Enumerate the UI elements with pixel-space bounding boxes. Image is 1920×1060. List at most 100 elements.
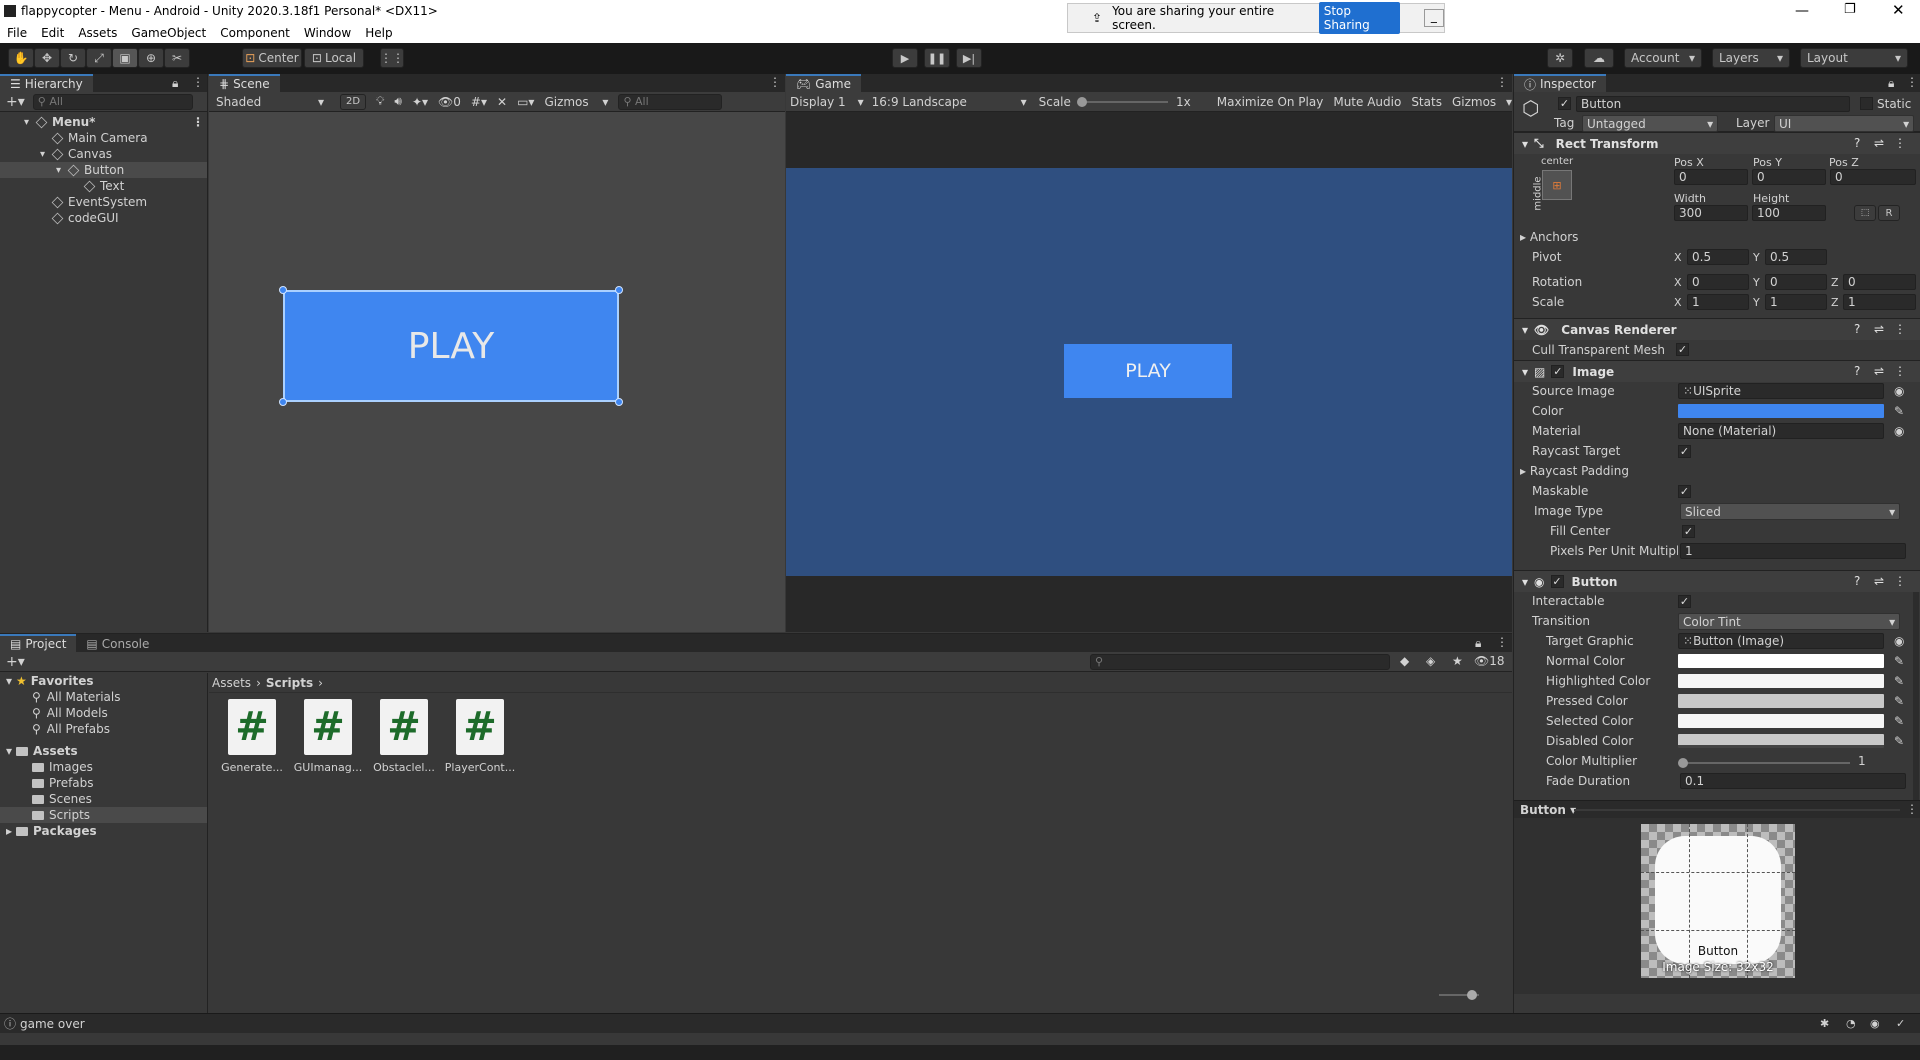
hand-tool-icon[interactable]: ✋ (8, 48, 34, 68)
audio-icon[interactable]: 🔊︎ (394, 94, 402, 109)
hierarchy-item[interactable]: ▾ Button (0, 162, 207, 178)
packages-folder[interactable]: ▸ Packages (0, 823, 207, 839)
rotate-tool-icon[interactable]: ↻ (60, 48, 86, 68)
fill-center-checkbox[interactable]: ✓ (1682, 525, 1695, 538)
icon-size-thumb[interactable] (1467, 990, 1477, 1000)
component-menu-icon[interactable]: ⋮ (1894, 136, 1906, 150)
help-icon[interactable]: ? (1854, 322, 1860, 336)
rot-z-field[interactable]: 0 (1843, 274, 1916, 290)
hide-banner-button[interactable]: _ (1423, 9, 1444, 27)
rect-tool-icon[interactable]: ▣ (112, 48, 138, 68)
cloud-icon[interactable]: ☁ (1584, 48, 1614, 68)
tab-game[interactable]: 🎮︎ Game (786, 74, 861, 92)
object-picker-icon[interactable]: ◉ (1894, 384, 1904, 398)
favorite-star-icon[interactable]: ★ (1452, 654, 1463, 668)
display-dropdown[interactable]: Display 1 ▾ (790, 95, 864, 109)
script-file[interactable]: # PlayerCont... (445, 699, 515, 774)
rect-handle-bottom-right[interactable] (615, 398, 623, 406)
rect-handle-top-left[interactable] (279, 286, 287, 294)
effects-icon[interactable]: ✦▾ (412, 95, 428, 109)
anchors-foldout[interactable]: ▸ Anchors (1520, 230, 1578, 244)
kebab-menu-icon[interactable]: ⋮ (192, 75, 204, 89)
icon-size-slider[interactable] (1439, 990, 1479, 1000)
collab-icon[interactable]: ✲ (1547, 48, 1573, 68)
asset-folder-item[interactable]: Prefabs (0, 775, 207, 791)
rect-handle-top-right[interactable] (615, 286, 623, 294)
lock-icon[interactable]: 🔒︎ (1475, 636, 1481, 651)
pause-button-icon[interactable]: ❚❚ (924, 48, 950, 68)
scale-slider[interactable] (1076, 96, 1169, 107)
fade-duration-field[interactable]: 0.1 (1680, 773, 1906, 789)
notifications-icon[interactable]: ✓ (1896, 1017, 1905, 1030)
component-menu-icon[interactable]: ⋮ (1894, 364, 1906, 378)
preset-icon[interactable]: ⇌ (1874, 364, 1884, 378)
status-message[interactable]: game over (20, 1017, 85, 1031)
menu-window[interactable]: Window (297, 26, 358, 40)
width-field[interactable]: 300 (1674, 205, 1748, 221)
menu-component[interactable]: Component (213, 26, 297, 40)
object-picker-icon[interactable]: ◉ (1894, 424, 1904, 438)
pivot-x-field[interactable]: 0.5 (1687, 249, 1749, 265)
move-tool-icon[interactable]: ✥ (34, 48, 60, 68)
scene-play-button[interactable]: PLAY (283, 290, 619, 402)
scene-gizmos-dropdown[interactable]: Gizmos ▾ (544, 95, 608, 109)
scene-search-input[interactable]: ⚲ All (618, 93, 723, 110)
menu-edit[interactable]: Edit (34, 26, 71, 40)
hierarchy-item[interactable]: Main Camera (0, 130, 207, 146)
hierarchy-item[interactable]: codeGUI (0, 210, 207, 226)
interactable-checkbox[interactable]: ✓ (1678, 595, 1691, 608)
tab-project[interactable]: ▤ Project (0, 634, 77, 652)
toggle-2d-button[interactable]: 2D (340, 93, 366, 110)
game-play-button[interactable]: PLAY (1064, 344, 1232, 398)
image-color-swatch[interactable] (1678, 404, 1884, 418)
script-file[interactable]: # Obstaclel... (371, 699, 437, 774)
selected-color-swatch[interactable] (1678, 714, 1884, 728)
kebab-menu-icon[interactable]: ⋮ (769, 75, 781, 89)
help-icon[interactable]: ? (1854, 574, 1860, 588)
cull-checkbox[interactable]: ✓ (1676, 343, 1689, 356)
object-picker-icon[interactable]: ◉ (1894, 634, 1904, 648)
eyedropper-icon[interactable]: ✎ (1894, 404, 1904, 418)
script-file[interactable]: # Generate... (219, 699, 285, 774)
favorites-folder[interactable]: ▾ ★ Favorites (0, 673, 207, 689)
component-menu-icon[interactable]: ⋮ (1894, 574, 1906, 588)
anchor-preset-button[interactable]: ⊞ (1542, 170, 1572, 200)
scale-slider-thumb[interactable] (1076, 96, 1087, 107)
material-field[interactable]: None (Material) (1678, 423, 1884, 439)
pressed-color-swatch[interactable] (1678, 694, 1884, 708)
transition-dropdown[interactable]: Color Tint ▾ (1678, 613, 1900, 630)
hierarchy-item[interactable]: Text (0, 178, 207, 194)
shading-dropdown[interactable]: Shaded ▾ (212, 95, 328, 109)
pivot-y-field[interactable]: 0.5 (1765, 249, 1827, 265)
blueprint-mode-icon[interactable]: ⬚ (1854, 205, 1876, 221)
preview-header[interactable]: Button ▾ ⋮ (1514, 800, 1920, 818)
add-icon[interactable]: +▾ (6, 654, 25, 670)
favorite-item[interactable]: ⚲ All Prefabs (0, 721, 207, 737)
lighting-icon[interactable]: 💡︎ (376, 94, 384, 109)
posx-field[interactable]: 0 (1674, 169, 1748, 185)
maximize-on-play-button[interactable]: Maximize On Play (1217, 95, 1324, 109)
source-image-field[interactable]: ⁙ UISprite (1678, 383, 1884, 399)
eyedropper-icon[interactable]: ✎ (1894, 734, 1904, 748)
image-type-dropdown[interactable]: Sliced ▾ (1680, 503, 1900, 520)
filter-label-icon[interactable]: ◈ (1426, 654, 1435, 668)
breadcrumb-scripts[interactable]: Scripts (266, 676, 313, 690)
cache-icon[interactable]: ◉ (1870, 1017, 1880, 1030)
static-checkbox[interactable] (1860, 97, 1873, 110)
hidden-objects-icon[interactable]: 👁︎0 (438, 95, 461, 109)
game-gizmos-dropdown[interactable]: Gizmos ▾ (1452, 95, 1512, 109)
tools-icon[interactable]: ✕ (497, 95, 507, 109)
eyedropper-icon[interactable]: ✎ (1894, 694, 1904, 708)
rot-x-field[interactable]: 0 (1687, 274, 1749, 290)
lock-icon[interactable]: 🔒︎ (1888, 76, 1894, 91)
raw-edit-button[interactable]: R (1878, 205, 1900, 221)
ppu-field[interactable]: 1 (1680, 543, 1906, 559)
help-icon[interactable]: ? (1854, 364, 1860, 378)
account-dropdown[interactable]: Account ▾ (1624, 48, 1702, 68)
inspector-scrollbar[interactable] (1913, 592, 1919, 800)
color-multiplier-thumb[interactable] (1678, 758, 1688, 768)
favorite-item[interactable]: ⚲ All Models (0, 705, 207, 721)
hierarchy-search-input[interactable]: ⚲ All (32, 93, 193, 110)
raycast-padding-foldout[interactable]: ▸ Raycast Padding (1520, 464, 1629, 478)
disabled-color-swatch[interactable] (1678, 734, 1884, 748)
